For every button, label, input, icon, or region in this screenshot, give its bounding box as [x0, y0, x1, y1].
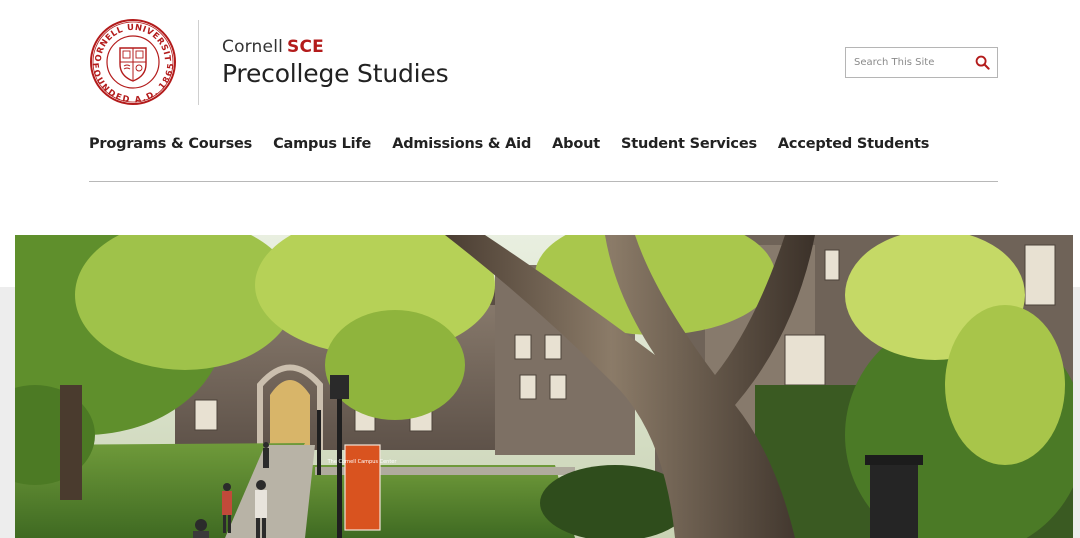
brand-wordmark[interactable]: Cornell SCE Precollege Studies [222, 37, 449, 88]
site-title: Precollege Studies [222, 59, 449, 88]
hero-banner-text: The Cornell Campus Center [327, 459, 398, 465]
search-icon[interactable] [975, 55, 990, 70]
nav-item-accepted-students[interactable]: Accepted Students [778, 136, 929, 152]
nav-item-programs-courses[interactable]: Programs & Courses [89, 136, 252, 152]
nav-item-about[interactable]: About [552, 136, 600, 152]
site-header: CORNELL UNIVERSITY FOUNDED A.D. 1865 Cor… [0, 0, 1080, 200]
brand-accent: SCE [287, 37, 324, 57]
search-input[interactable] [846, 48, 971, 77]
site-search [845, 47, 998, 78]
main-navigation: Programs & Courses Campus Life Admissions … [89, 133, 950, 155]
cornell-seal-logo[interactable]: CORNELL UNIVERSITY FOUNDED A.D. 1865 [89, 18, 177, 106]
brand-prefix: Cornell [222, 37, 284, 57]
nav-item-admissions-aid[interactable]: Admissions & Aid [392, 136, 531, 152]
nav-item-campus-life[interactable]: Campus Life [273, 136, 371, 152]
brand-subtitle: Cornell SCE [222, 37, 448, 57]
nav-divider [89, 181, 998, 182]
nav-item-student-services[interactable]: Student Services [621, 136, 757, 152]
logo-divider [198, 20, 199, 105]
hero-campus-image: The Cornell Campus Center [15, 235, 1073, 538]
